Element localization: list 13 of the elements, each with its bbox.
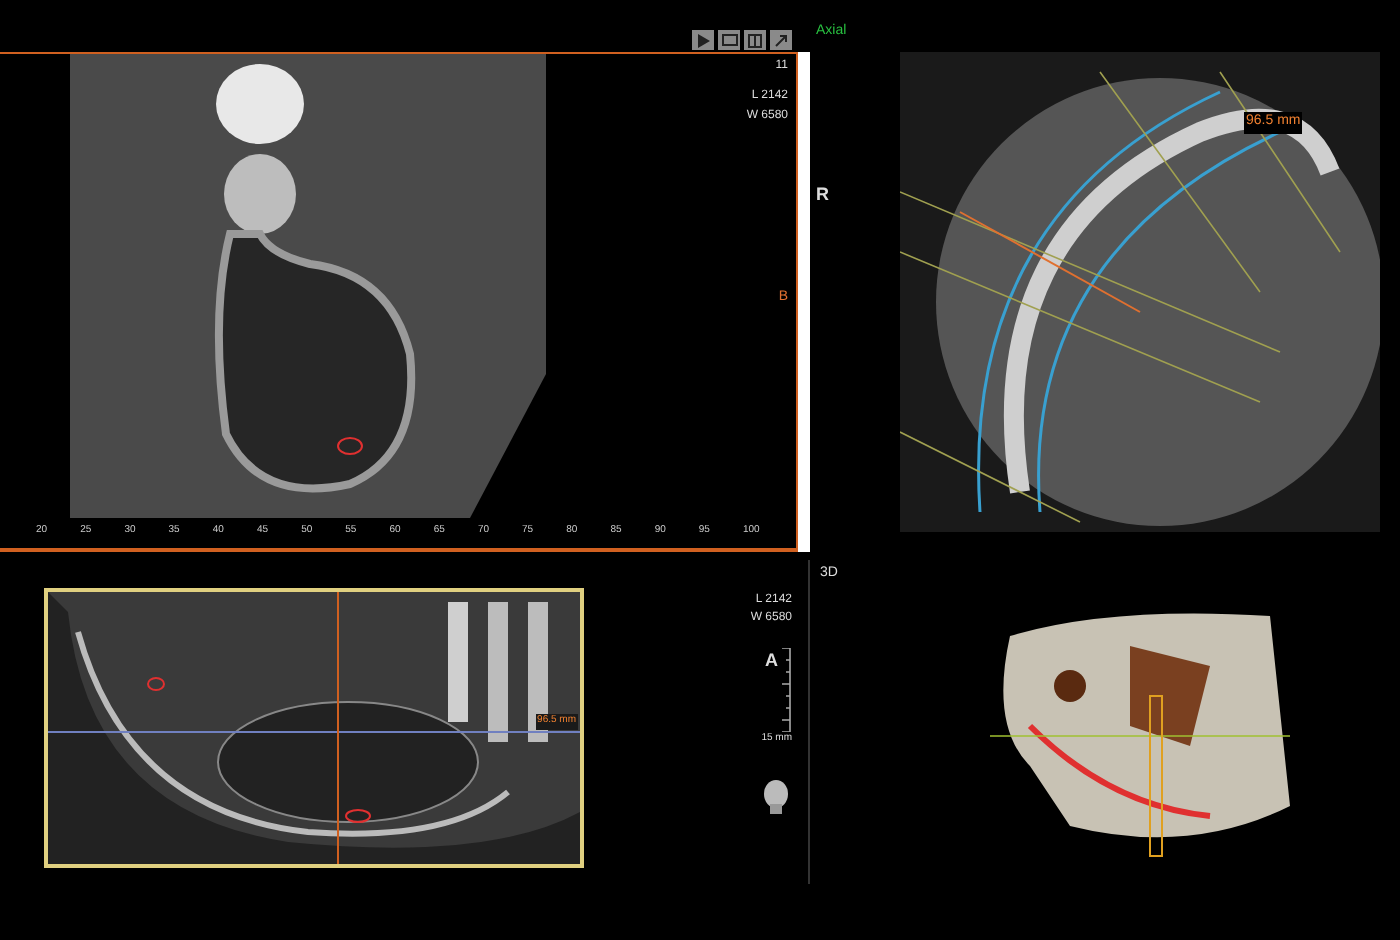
scrollbar[interactable] — [796, 52, 810, 552]
expand-icon — [774, 33, 788, 47]
scale-bar-icon — [782, 648, 792, 732]
toolbar-button[interactable] — [770, 30, 792, 50]
window-icon — [721, 34, 737, 46]
toolbar-button[interactable] — [692, 30, 714, 50]
orientation-label: R — [816, 184, 829, 204]
orientation-label: A — [765, 648, 778, 674]
play-icon — [697, 33, 709, 47]
toolbar-button[interactable] — [718, 30, 740, 50]
head-orientation-icon — [760, 777, 792, 813]
layout-icon — [748, 33, 762, 47]
toolbar-button[interactable] — [744, 30, 766, 50]
